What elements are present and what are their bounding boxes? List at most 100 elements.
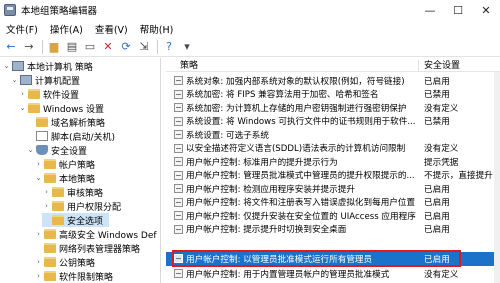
tree-item-user-rights[interactable]: › 用户权限分配 (42, 199, 121, 213)
tree-item-software-restriction[interactable]: › 软件限制策略 (34, 269, 113, 283)
tree-item-label: 用户权限分配 (67, 202, 122, 213)
column-divider[interactable] (418, 60, 419, 71)
tree-item-windows-settings[interactable]: ⌄ Windows 设置 (18, 101, 104, 115)
policy-icon (174, 157, 183, 167)
menu-view[interactable]: 查看(V) (89, 22, 134, 36)
tree-item-account-policies[interactable]: › 帐户策略 (34, 157, 95, 171)
tree-item-name-resolution[interactable]: 域名解析策略 (26, 115, 105, 129)
policy-name: 系统加密: 为计算机上存储的用户密钥强制进行强密钥保护 (186, 103, 407, 114)
policy-icon (174, 130, 183, 140)
folder-icon (44, 271, 56, 281)
tree-item-computer-config[interactable]: ⌄ 计算机配置 (10, 73, 80, 87)
table-row[interactable]: 用户帐户控制: 标准用户的提升提示行为 提示凭据 (166, 155, 500, 169)
folder-icon (28, 103, 40, 113)
tree-item-software-settings[interactable]: › 软件设置 (18, 87, 79, 101)
back-icon[interactable]: ← (3, 39, 19, 55)
tree-item-local-policies[interactable]: ⌄ 本地策略 (34, 171, 95, 185)
table-row-selected[interactable]: 用户帐户控制: 以管理员批准模式运行所有管理员 已启用 (166, 252, 500, 266)
expander-icon[interactable]: › (34, 230, 43, 238)
table-row[interactable]: 用户帐户控制: 提示提升时切换到安全桌面 已启用 (166, 223, 500, 237)
vertical-scrollbar[interactable] (494, 72, 500, 283)
up-folder-icon[interactable]: ▆ (46, 39, 62, 55)
policy-name: 用户帐户控制: 标准用户的提升提示行为 (186, 157, 338, 168)
tree-item-label: 高级安全 Windows Def (59, 230, 157, 241)
column-header-setting[interactable]: 安全设置 (424, 58, 460, 71)
help-icon[interactable]: ? (161, 39, 177, 55)
toolbar-separator (42, 39, 43, 54)
window-title: 本地组策略编辑器 (21, 6, 98, 17)
policy-name: 系统对象: 加强内部系统对象的默认权限(例如，符号链接) (186, 76, 405, 87)
policy-icon (174, 254, 183, 264)
close-button[interactable]: ✕ (472, 0, 500, 20)
menu-action[interactable]: 操作(A) (44, 22, 89, 36)
menu-bar: 文件(F) 操作(A) 查看(V) 帮助(H) (0, 20, 500, 37)
tree-item-defender-firewall[interactable]: › 高级安全 Windows Def (34, 227, 157, 241)
expander-icon[interactable]: › (42, 188, 51, 196)
delete-icon[interactable]: ✕ (100, 39, 116, 55)
toolbar-separator (157, 39, 158, 54)
folder-icon (52, 201, 64, 211)
show-tree-icon[interactable]: ▤ (64, 39, 80, 55)
menu-help[interactable]: 帮助(H) (134, 22, 180, 36)
expander-icon[interactable]: ⌄ (2, 62, 11, 70)
properties-icon[interactable]: ▭ (82, 39, 98, 55)
expander-icon[interactable]: › (42, 202, 51, 210)
policy-setting: 已启用 (424, 225, 450, 236)
table-row[interactable]: 用户帐户控制: 管理员批准模式中管理员的提升权限提示的... 不提示，直接提升 (166, 169, 500, 183)
folder-icon (52, 187, 64, 197)
policy-icon (174, 197, 183, 207)
tree-item-security-settings[interactable]: ⌄ 安全设置 (26, 143, 87, 157)
document-icon (36, 131, 48, 141)
menu-file[interactable]: 文件(F) (0, 22, 44, 36)
expander-icon[interactable]: ⌄ (18, 104, 27, 112)
table-row[interactable]: 用户帐户控制: 仅提升安装在安全位置的 UIAccess 应用程序 已启用 (166, 209, 500, 223)
tree-item-security-options[interactable]: 安全选项 (42, 213, 110, 227)
table-row[interactable]: 系统设置: 可选子系统 (166, 128, 500, 142)
tree-item-scripts[interactable]: 脚本(启动/关机) (26, 129, 115, 143)
export-icon[interactable]: ⇲ (136, 39, 152, 55)
policy-icon (174, 76, 183, 86)
tree-item-network-list[interactable]: 网络列表管理器策略 (34, 241, 140, 255)
tree-item-label: 帐户策略 (59, 160, 96, 171)
table-row[interactable]: 系统设置: 将 Windows 可执行文件中的证书规则用于软件... 已禁用 (166, 115, 500, 129)
policy-setting: 提示凭据 (424, 157, 459, 168)
folder-icon (44, 173, 56, 183)
expander-icon[interactable]: › (34, 272, 43, 280)
tree-item-label: 软件设置 (43, 90, 80, 101)
table-row[interactable]: 系统对象: 加强内部系统对象的默认权限(例如，符号链接) 已启用 (166, 74, 500, 88)
policy-setting: 已禁用 (424, 117, 450, 128)
tree-item-label: 软件限制策略 (59, 272, 114, 283)
folder-icon (44, 229, 56, 239)
expander-icon[interactable]: › (34, 160, 43, 168)
table-row[interactable]: 以安全描述符定义语言(SDDL)语法表示的计算机访问限制 没有定义 (166, 142, 500, 156)
window-controls: — ☐ ✕ (416, 0, 500, 20)
tree-item-local-policy[interactable]: ⌄ 本地计算机 策略 (2, 59, 93, 73)
tree-item-audit-policy[interactable]: › 审核策略 (42, 185, 103, 199)
expander-icon[interactable]: ⌄ (26, 146, 35, 154)
table-row[interactable]: 用户帐户控制: 用于内置管理员帐户的管理员批准模式 没有定义 (166, 267, 500, 281)
policy-icon (174, 269, 183, 279)
policy-name: 用户帐户控制: 检测应用程序安装并提示提升 (186, 184, 355, 195)
expander-icon[interactable]: › (34, 258, 43, 266)
maximize-button[interactable]: ☐ (444, 0, 472, 20)
table-row[interactable]: 系统加密: 将 FIPS 兼容算法用于加密、哈希和签名 已禁用 (166, 88, 500, 102)
expander-icon[interactable]: › (18, 90, 27, 98)
forward-icon[interactable]: → (21, 39, 37, 55)
policy-setting: 已启用 (424, 76, 450, 87)
folder-icon (44, 243, 56, 253)
minimize-button[interactable]: — (416, 0, 444, 20)
expander-icon[interactable]: ⌄ (10, 76, 19, 84)
policy-name: 用户帐户控制: 管理员批准模式中管理员的提升权限提示的... (186, 171, 415, 182)
policy-icon (174, 170, 183, 180)
expander-icon[interactable]: ⌄ (34, 174, 43, 182)
column-header-policy[interactable]: 策略 (180, 58, 198, 71)
refresh-icon[interactable]: ⟳ (118, 39, 134, 55)
tree-item-public-key[interactable]: › 公钥策略 (34, 255, 95, 269)
table-row[interactable]: 用户帐户控制: 检测应用程序安装并提示提升 已启用 (166, 182, 500, 196)
table-row[interactable]: 用户帐户控制: 将文件和注册表写入错误虚拟化到每用户位置 已启用 (166, 196, 500, 210)
filter-icon[interactable]: ▾ (179, 39, 195, 55)
table-row[interactable]: 系统加密: 为计算机上存储的用户密钥强制进行强密钥保护 没有定义 (166, 101, 500, 115)
policy-name: 用户帐户控制: 用于内置管理员帐户的管理员批准模式 (186, 269, 390, 280)
policy-icon (174, 143, 183, 153)
tree-item-label: 脚本(启动/关机) (51, 132, 116, 143)
